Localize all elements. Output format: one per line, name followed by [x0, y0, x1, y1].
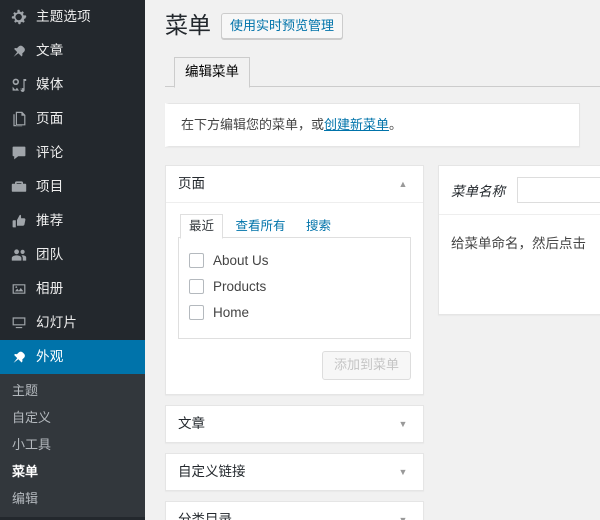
appearance-brush-icon: [8, 347, 30, 367]
users-icon: [8, 245, 30, 265]
sidebar-item-label: 相册: [36, 281, 64, 297]
menu-name-hint: 给菜单命名，然后点击: [439, 214, 600, 315]
menu-editor-columns: 页面 ▲ 最近 查看所有 搜索 About Us Products Home 添…: [165, 164, 600, 520]
pages-metabox-title: 页面: [178, 175, 205, 191]
sidebar-item-5[interactable]: 项目: [0, 170, 145, 204]
menu-name-label: 菜单名称: [451, 183, 505, 199]
pages-metabox-body: 最近 查看所有 搜索 About Us Products Home 添加到菜单: [166, 203, 423, 394]
pin-icon: [8, 41, 30, 61]
sidebar-item-label: 评论: [36, 145, 64, 161]
page-header: 菜单 使用实时预览管理: [165, 8, 600, 40]
list-item[interactable]: Home: [189, 300, 400, 326]
checkbox-home[interactable]: [189, 305, 204, 320]
submenu-item-0[interactable]: 主题: [0, 377, 145, 404]
gallery-icon: [8, 279, 30, 299]
list-item[interactable]: About Us: [189, 248, 400, 274]
menu-name-input[interactable]: [517, 176, 600, 203]
pages-tab-view-all[interactable]: 查看所有: [227, 215, 293, 238]
sidebar-item-label: 推荐: [36, 213, 64, 229]
sidebar-item-1[interactable]: 文章: [0, 34, 145, 68]
custom-links-metabox-title: 自定义链接: [178, 463, 246, 479]
checkbox-about-us[interactable]: [189, 253, 204, 268]
pages-metabox-header[interactable]: 页面 ▲: [166, 165, 423, 203]
menu-name-row: 菜单名称: [439, 165, 600, 215]
sidebar-item-7[interactable]: 团队: [0, 238, 145, 272]
submenu-item-2[interactable]: 小工具: [0, 431, 145, 458]
admin-menu-list: 主题选项文章媒体页面评论项目推荐团队相册幻灯片外观: [0, 0, 145, 374]
posts-metabox-header[interactable]: 文章 ▼: [166, 405, 423, 442]
notice-text-before: 在下方编辑您的菜单，或: [181, 117, 325, 132]
chevron-down-icon[interactable]: ▼: [395, 512, 411, 520]
create-new-menu-link[interactable]: 创建新菜单: [324, 117, 389, 132]
menu-management-box: 菜单名称 给菜单命名，然后点击: [438, 164, 600, 316]
pages-recent-list: About Us Products Home: [178, 237, 411, 339]
nav-tab-wrapper: 编辑菜单: [165, 56, 600, 88]
sidebar-item-2[interactable]: 媒体: [0, 68, 145, 102]
list-item-label: Home: [213, 304, 250, 320]
notice-text-after: 。: [389, 117, 403, 132]
add-to-menu-button[interactable]: 添加到菜单: [321, 350, 411, 380]
sidebar-item-0[interactable]: 主题选项: [0, 0, 145, 34]
custom-links-metabox-header[interactable]: 自定义链接 ▼: [166, 453, 423, 490]
manage-with-live-preview-button[interactable]: 使用实时预览管理: [221, 12, 344, 39]
sidebar-item-6[interactable]: 推荐: [0, 204, 145, 238]
slides-icon: [8, 313, 30, 333]
chevron-down-icon[interactable]: ▼: [395, 464, 411, 480]
list-item[interactable]: Products: [189, 274, 400, 300]
categories-metabox-title: 分类目录: [178, 511, 232, 520]
checkbox-products[interactable]: [189, 279, 204, 294]
pages-tab-most-recent[interactable]: 最近: [180, 213, 224, 239]
page-title: 菜单: [165, 12, 211, 38]
submenu-item-4[interactable]: 编辑: [0, 485, 145, 512]
sidebar-item-8[interactable]: 相册: [0, 272, 145, 306]
pages-icon: [8, 109, 30, 129]
appearance-submenu: 主题 自定义 小工具 菜单 编辑: [0, 374, 145, 517]
pages-metabox: 页面 ▲ 最近 查看所有 搜索 About Us Products Home 添…: [165, 164, 424, 395]
pages-tab-search[interactable]: 搜索: [298, 215, 339, 238]
sidebar-item-label: 团队: [36, 247, 64, 263]
sidebar-item-label: 媒体: [36, 77, 64, 93]
menu-notice: 在下方编辑您的菜单，或创建新菜单。: [165, 103, 580, 147]
tab-edit-menus[interactable]: 编辑菜单: [174, 57, 250, 88]
sidebar-item-3[interactable]: 页面: [0, 102, 145, 136]
pages-panel-actions: 添加到菜单: [178, 339, 411, 382]
wordpress-admin-screen: 主题选项 文章 媒体 页面 评论 项目 推荐 团队 相册 幻灯片 外观 主题 自定义 小工具 菜单 编辑 菜…: [0, 0, 600, 520]
sidebar-item-label: 主题选项: [36, 9, 91, 25]
list-item-label: Products: [213, 278, 267, 294]
admin-content: 菜单 使用实时预览管理 编辑菜单 在下方编辑您的菜单，或创建新菜单。 页面 ▲: [145, 0, 600, 520]
sidebar-item-label: 外观: [36, 349, 64, 365]
sidebar-item-label: 页面: [36, 111, 64, 127]
list-item-label: About Us: [213, 252, 269, 268]
categories-metabox-header[interactable]: 分类目录 ▼: [166, 501, 423, 520]
media-icon: [8, 75, 30, 95]
sidebar-item-label: 项目: [36, 179, 64, 195]
submenu-item-1[interactable]: 自定义: [0, 404, 145, 431]
sidebar-item-label: 文章: [36, 43, 64, 59]
comment-icon: [8, 143, 30, 163]
pages-inner-tabs: 最近 查看所有 搜索: [178, 213, 411, 239]
admin-sidebar: 主题选项文章媒体页面评论项目推荐团队相册幻灯片外观 主题 自定义 小工具 菜单 编辑: [0, 0, 145, 520]
submenu-item-3[interactable]: 菜单: [0, 458, 145, 485]
posts-metabox: 文章 ▼: [165, 404, 424, 443]
sidebar-item-label: 幻灯片: [36, 315, 78, 331]
menu-settings-column: 菜单名称 给菜单命名，然后点击: [438, 164, 600, 520]
categories-metabox: 分类目录 ▼: [165, 500, 424, 520]
sidebar-item-10[interactable]: 外观: [0, 340, 145, 374]
gear-icon: [8, 7, 30, 27]
thumbs-up-icon: [8, 211, 30, 231]
chevron-up-icon[interactable]: ▲: [395, 176, 411, 192]
add-menu-items-column: 页面 ▲ 最近 查看所有 搜索 About Us Products Home 添…: [165, 164, 424, 520]
posts-metabox-title: 文章: [178, 415, 205, 431]
sidebar-item-4[interactable]: 评论: [0, 136, 145, 170]
portfolio-icon: [8, 177, 30, 197]
custom-links-metabox: 自定义链接 ▼: [165, 452, 424, 491]
sidebar-item-9[interactable]: 幻灯片: [0, 306, 145, 340]
chevron-down-icon[interactable]: ▼: [395, 416, 411, 432]
